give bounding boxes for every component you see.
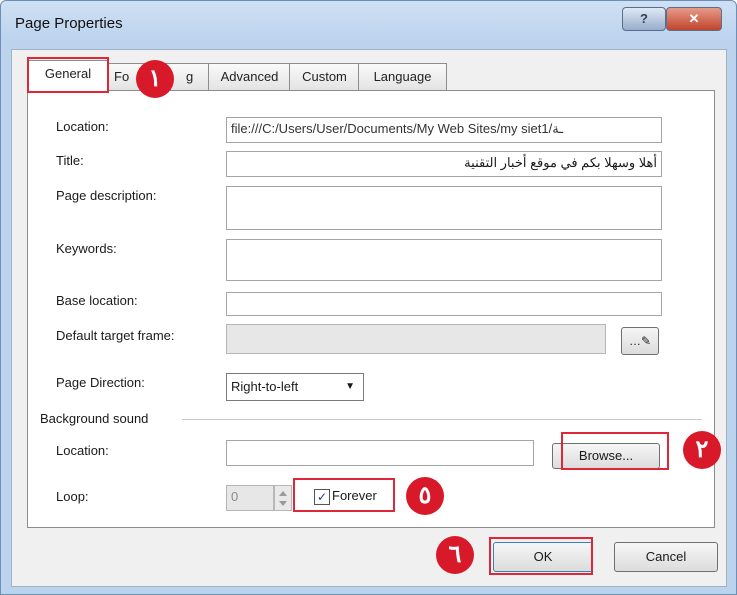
default-target-frame-label: Default target frame: <box>56 328 175 343</box>
pencil-icon: …✎ <box>628 334 652 348</box>
sound-location-label: Location: <box>56 443 109 458</box>
keywords-label: Keywords: <box>56 241 117 256</box>
title-bar: Page Properties ? ✕ <box>1 1 736 49</box>
base-location-field[interactable] <box>226 292 662 316</box>
edit-target-frame-button[interactable]: …✎ <box>621 327 659 355</box>
close-button[interactable]: ✕ <box>666 7 722 31</box>
location-field[interactable]: file:///C:/Users/User/Documents/My Web S… <box>226 117 662 143</box>
page-direction-value: Right-to-left <box>231 379 299 394</box>
tab-custom[interactable]: Custom <box>289 63 360 90</box>
page-description-label: Page description: <box>56 188 157 203</box>
page-description-field[interactable] <box>226 186 662 230</box>
title-field[interactable]: أهلا وسهلا بكم في موقع أخبار التقنية <box>226 151 662 177</box>
highlight-ok-button <box>489 537 593 575</box>
page-direction-dropdown[interactable]: Right-to-left ▼ <box>226 373 364 401</box>
keywords-field[interactable] <box>226 239 662 281</box>
chevron-down-icon: ▼ <box>345 381 355 392</box>
tab-formatting-label-end: g <box>186 69 194 84</box>
loop-count-field: 0 <box>226 485 274 511</box>
step-marker-5: ٥ <box>406 477 444 515</box>
spinner-down-icon <box>279 501 287 506</box>
sound-location-field[interactable] <box>226 440 534 466</box>
tab-advanced[interactable]: Advanced <box>208 63 291 90</box>
highlight-general-tab <box>27 57 109 93</box>
step-marker-1: ١ <box>136 60 174 98</box>
page-direction-label: Page Direction: <box>56 375 145 390</box>
help-button[interactable]: ? <box>622 7 666 31</box>
step-marker-2: ٢ <box>683 431 721 469</box>
group-separator <box>182 419 702 420</box>
cancel-button[interactable]: Cancel <box>614 542 718 572</box>
highlight-forever-checkbox <box>293 478 395 512</box>
highlight-browse-button <box>561 432 669 470</box>
loop-label: Loop: <box>56 489 89 504</box>
default-target-frame-field <box>226 324 606 354</box>
base-location-label: Base location: <box>56 293 138 308</box>
spinner-up-icon <box>279 491 287 496</box>
location-label: Location: <box>56 119 109 134</box>
background-sound-group-label: Background sound <box>40 411 149 426</box>
tab-formatting-label-start: Fo <box>114 69 130 84</box>
title-label: Title: <box>56 153 84 168</box>
step-marker-6: ٦ <box>436 536 474 574</box>
tab-language[interactable]: Language <box>358 63 447 90</box>
loop-count-spinner <box>274 485 292 511</box>
dialog-title: Page Properties <box>15 15 123 32</box>
